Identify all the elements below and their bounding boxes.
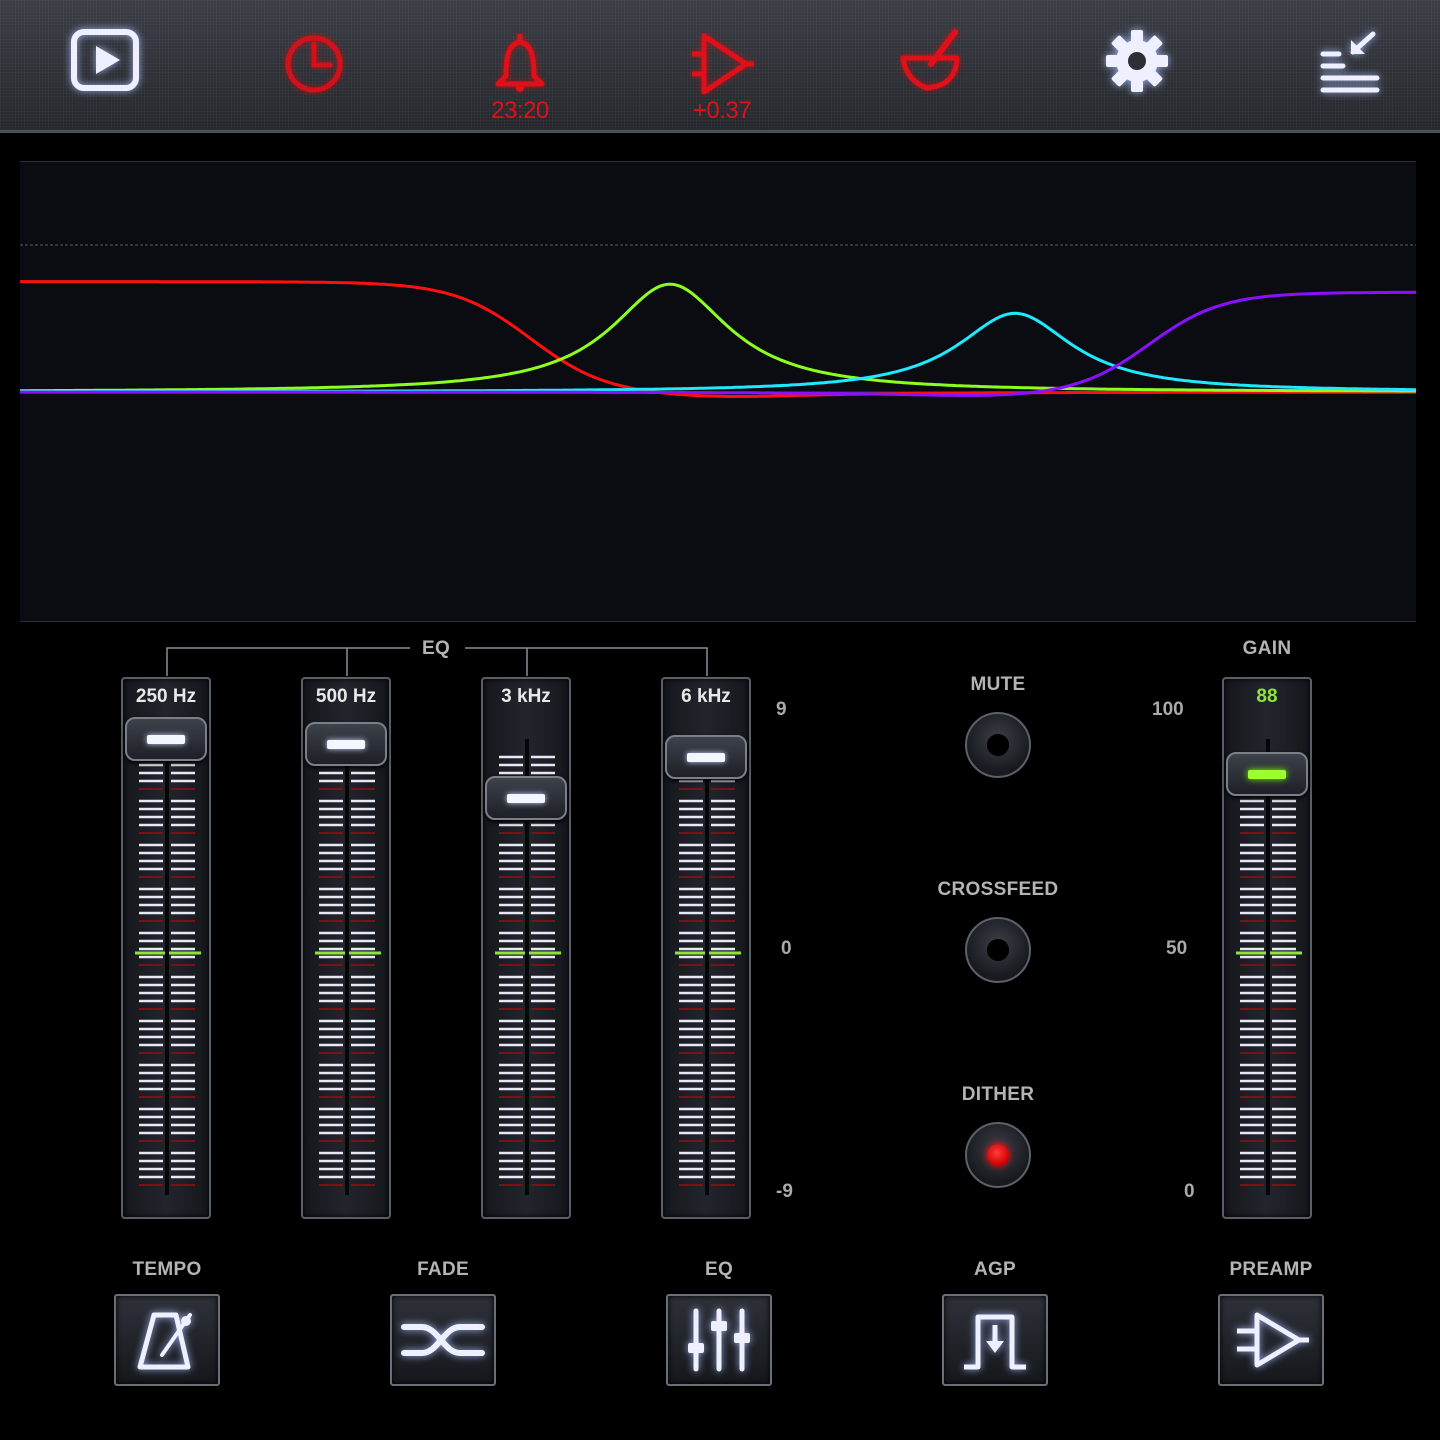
preamp-button[interactable]: [1218, 1294, 1324, 1386]
eq-scale-min: -9: [776, 1181, 793, 1202]
slider-rail: [705, 739, 709, 1195]
slider-knob[interactable]: [125, 717, 207, 762]
slider-knob[interactable]: [665, 735, 747, 779]
sliders-icon: [688, 1308, 750, 1372]
slider-rail: [165, 739, 169, 1195]
eq-slider-6khz[interactable]: 6 kHz: [661, 677, 751, 1219]
tempo-button[interactable]: [114, 1294, 220, 1386]
preamp-label: PREAMP: [1229, 1259, 1313, 1280]
toggle-led: [987, 734, 1009, 756]
knob-indicator: [687, 753, 725, 762]
knob-indicator: [507, 793, 545, 803]
agp-label: AGP: [973, 1259, 1017, 1280]
crossfade-icon: [401, 1324, 485, 1356]
eq-slider-250hz[interactable]: 250 Hz: [121, 677, 211, 1219]
mute-toggle[interactable]: [965, 712, 1031, 778]
metronome-icon: [137, 1312, 192, 1370]
slider-knob[interactable]: [1226, 751, 1308, 796]
dither-toggle[interactable]: [965, 1122, 1031, 1188]
knob-indicator: [327, 740, 365, 750]
knob-indicator: [147, 735, 185, 745]
agp-pulse-icon: [964, 1314, 1026, 1370]
eq-group-bracket: [166, 647, 708, 676]
slider-knob[interactable]: [305, 722, 387, 767]
tempo-label: TEMPO: [132, 1259, 202, 1280]
gain-slider[interactable]: 88: [1222, 677, 1312, 1219]
eq-button-label: EQ: [704, 1259, 734, 1280]
agp-button[interactable]: [942, 1294, 1048, 1386]
eq-slider-3khz[interactable]: 3 kHz: [481, 677, 571, 1219]
slider-rail: [1266, 739, 1270, 1195]
gain-scale-min: 0: [1184, 1181, 1195, 1202]
gain-scale-mid: 50: [1166, 938, 1188, 959]
eq-scale-max: 9: [776, 699, 787, 720]
eq-group-label: EQ: [421, 638, 451, 659]
crossfeed-label: CROSSFEED: [937, 879, 1059, 900]
dither-label: DITHER: [961, 1084, 1035, 1105]
mute-label: MUTE: [970, 674, 1026, 695]
slider-rail: [345, 739, 349, 1195]
toggle-led: [987, 1144, 1009, 1166]
toggle-led: [987, 939, 1009, 961]
crossfeed-toggle[interactable]: [965, 917, 1031, 983]
slider-knob[interactable]: [485, 775, 567, 820]
gain-scale-max: 100: [1152, 699, 1184, 720]
eq-scale-mid: 0: [781, 938, 792, 959]
eq-slider-500hz[interactable]: 500 Hz: [301, 677, 391, 1219]
fade-button[interactable]: [390, 1294, 496, 1386]
preamp-icon: [1237, 1312, 1309, 1368]
eq-button[interactable]: [666, 1294, 772, 1386]
knob-indicator: [1248, 769, 1286, 779]
fade-label: FADE: [417, 1259, 469, 1280]
gain-label: GAIN: [1242, 638, 1292, 659]
